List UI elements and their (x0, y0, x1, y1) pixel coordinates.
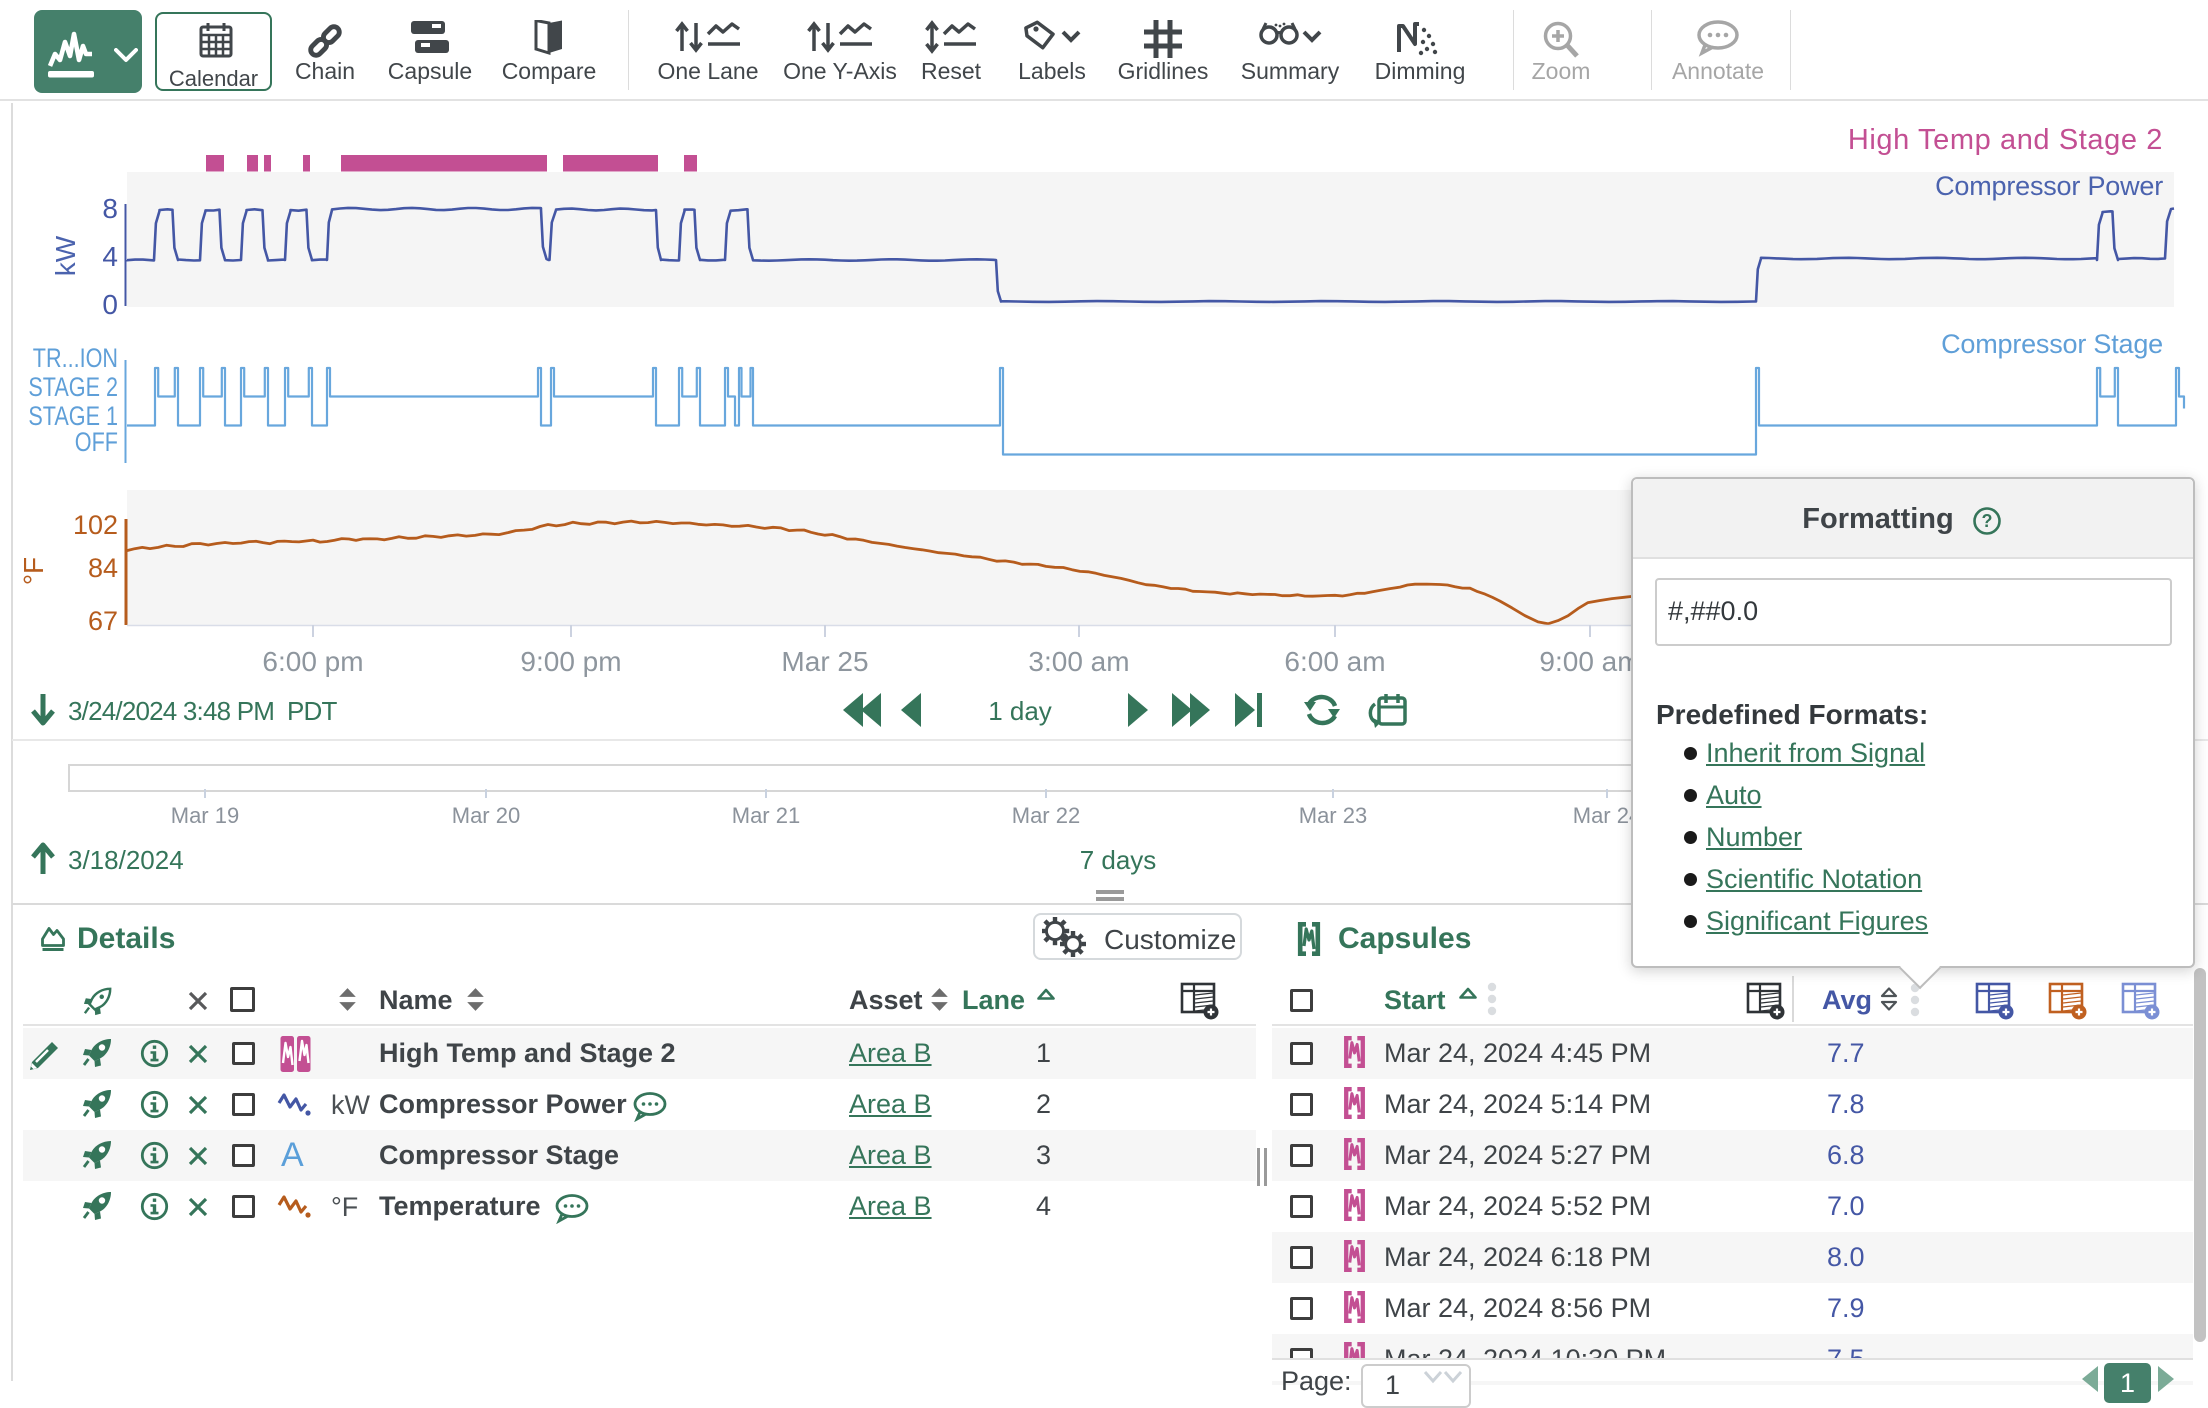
svg-text:?: ? (1982, 511, 1993, 531)
